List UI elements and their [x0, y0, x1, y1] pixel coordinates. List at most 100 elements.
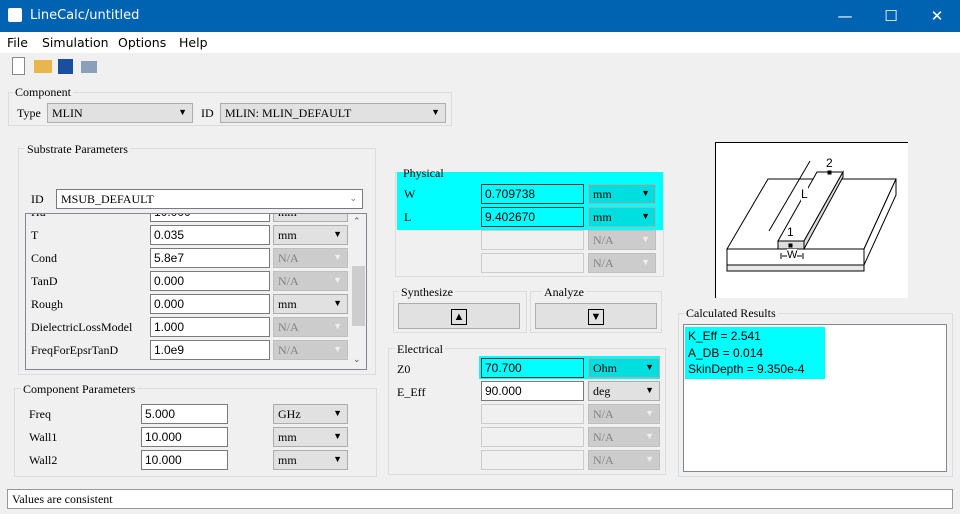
window-title: LineCalc/untitled: [30, 8, 140, 23]
save-icon[interactable]: [58, 59, 73, 74]
port1-label: 1: [787, 225, 794, 239]
l-unit-select[interactable]: mm ▼: [588, 207, 656, 227]
param-row: Rough 0.000 mm ▼: [26, 294, 351, 316]
param-value-input[interactable]: 1.000: [150, 317, 270, 337]
param-name: FreqForEpsrTanD: [31, 343, 119, 357]
e-eff-label: E_Eff: [397, 385, 426, 399]
analyze-label: Analyze: [542, 285, 586, 300]
wall1-unit-select[interactable]: mm ▼: [273, 427, 348, 447]
synthesize-button[interactable]: ▲: [398, 303, 520, 329]
electrical-empty-input: [481, 450, 584, 470]
z0-input[interactable]: 70.700: [481, 358, 584, 378]
substrate-id-select[interactable]: MSUB_DEFAULT ⌄: [56, 189, 363, 209]
results-label: Calculated Results: [684, 306, 778, 321]
scroll-up-icon[interactable]: ⌃: [353, 216, 361, 227]
dropdown-arrow-icon: ▼: [333, 275, 342, 285]
analyze-button[interactable]: ▼: [535, 303, 657, 329]
param-name: DielectricLossModel: [31, 320, 133, 334]
param-unit-select: N/A ▼: [273, 271, 348, 291]
z0-label: Z0: [397, 362, 411, 376]
toolbar: [0, 53, 960, 79]
menu-file[interactable]: File: [7, 35, 28, 50]
electrical-empty-unit: N/A ▼: [588, 450, 660, 470]
app-icon: [8, 8, 22, 22]
unit-value: N/A: [278, 274, 299, 288]
param-row: FreqForEpsrTanD 1.0e9 N/A ▼: [26, 340, 351, 362]
minimize-button[interactable]: —: [822, 0, 868, 32]
dropdown-arrow-icon: ▼: [178, 107, 187, 117]
dropdown-arrow-icon: ▼: [333, 454, 342, 464]
menu-help[interactable]: Help: [179, 35, 208, 50]
param-row: TanD 0.000 N/A ▼: [26, 271, 351, 293]
unit-value: mm: [278, 297, 297, 311]
type-select[interactable]: MLIN ▼: [47, 103, 193, 123]
e-eff-unit-select[interactable]: deg ▼: [588, 381, 660, 401]
param-value-input[interactable]: 0.000: [150, 294, 270, 314]
param-unit-select[interactable]: mm ▼: [273, 214, 348, 222]
l-label: L: [404, 210, 412, 224]
dropdown-arrow-icon: ▼: [641, 188, 650, 198]
unit-value: GHz: [278, 407, 301, 421]
unit-value: N/A: [593, 256, 614, 270]
z0-unit-select[interactable]: Ohm ▼: [588, 358, 660, 378]
w-input[interactable]: 0.709738: [481, 184, 584, 204]
param-value-input[interactable]: 0.035: [150, 225, 270, 245]
scroll-down-icon[interactable]: ⌄: [353, 354, 361, 365]
w-label: W: [404, 187, 416, 201]
physical-empty-input: [481, 253, 584, 273]
wall1-input[interactable]: 10.000: [141, 427, 228, 447]
results-textbox[interactable]: K_Eff = 2.541 A_DB = 0.014 SkinDepth = 9…: [683, 324, 947, 472]
e-eff-input[interactable]: 90.000: [481, 381, 584, 401]
unit-value: N/A: [593, 233, 614, 247]
new-icon[interactable]: [12, 57, 25, 75]
unit-value: N/A: [278, 343, 299, 357]
param-row: Hu 10.000 mm ▼: [26, 214, 351, 224]
wall2-label: Wall2: [29, 453, 58, 467]
menu-options[interactable]: Options: [118, 35, 166, 50]
param-value-input[interactable]: 1.0e9: [150, 340, 270, 360]
param-value-input[interactable]: 5.8e7: [150, 248, 270, 268]
param-name: T: [31, 228, 39, 242]
dropdown-arrow-icon: ▼: [641, 211, 650, 221]
type-value: MLIN: [52, 106, 83, 120]
scrollbar[interactable]: ⌃ ⌄: [351, 214, 366, 369]
dropdown-arrow-icon: ▼: [645, 454, 654, 464]
dropdown-arrow-icon: ▼: [641, 234, 650, 244]
electrical-empty-input: [481, 427, 584, 447]
physical-empty-input: [481, 230, 584, 250]
param-row: T 0.035 mm ▼: [26, 225, 351, 247]
dropdown-arrow-icon: ▼: [333, 344, 342, 354]
physical-empty-unit: N/A ▼: [588, 230, 656, 250]
wall2-unit-select[interactable]: mm ▼: [273, 450, 348, 470]
synthesize-label: Synthesize: [399, 285, 455, 300]
param-unit-select[interactable]: mm ▼: [273, 294, 348, 314]
substrate-group-label: Substrate Parameters: [25, 142, 130, 157]
param-unit-select[interactable]: mm ▼: [273, 225, 348, 245]
wall2-input[interactable]: 10.000: [141, 450, 228, 470]
dropdown-arrow-icon: ▼: [645, 385, 654, 395]
l-input[interactable]: 9.402670: [481, 207, 584, 227]
close-button[interactable]: ✕: [914, 0, 960, 32]
scrollbar-thumb[interactable]: [352, 266, 365, 326]
freq-input[interactable]: 5.000: [141, 404, 228, 424]
open-icon[interactable]: [34, 60, 52, 73]
menu-bar: File Simulation Options Help: [0, 32, 960, 53]
print-icon[interactable]: [81, 61, 97, 73]
title-bar: LineCalc/untitled — ☐ ✕: [0, 0, 960, 32]
unit-value: mm: [278, 430, 297, 444]
menu-simulation[interactable]: Simulation: [42, 35, 109, 50]
unit-value: deg: [593, 384, 611, 398]
w-unit-select[interactable]: mm ▼: [588, 184, 656, 204]
unit-value: N/A: [278, 251, 299, 265]
component-id-select[interactable]: MLIN: MLIN_DEFAULT ▼: [220, 103, 446, 123]
param-value-input[interactable]: 0.000: [150, 271, 270, 291]
freq-label: Freq: [29, 407, 51, 421]
physical-empty-unit: N/A ▼: [588, 253, 656, 273]
param-value-input[interactable]: 10.000: [150, 214, 270, 222]
freq-unit-select[interactable]: GHz ▼: [273, 404, 348, 424]
electrical-empty-input: [481, 404, 584, 424]
chevron-down-icon: ⌄: [349, 193, 357, 203]
maximize-button[interactable]: ☐: [868, 0, 914, 32]
dropdown-arrow-icon: ▼: [641, 257, 650, 267]
param-name: Cond: [31, 251, 58, 265]
